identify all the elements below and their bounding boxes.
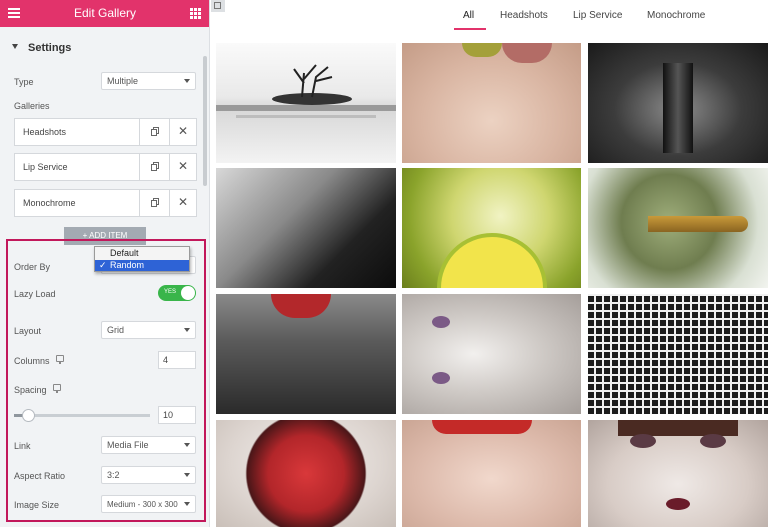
link-label: Link: [14, 441, 31, 451]
order-option-default[interactable]: Default: [95, 248, 189, 259]
duplicate-icon: [151, 127, 159, 136]
checkmark-icon: ✓: [99, 260, 107, 270]
desktop-icon[interactable]: [56, 355, 64, 364]
lips-shape: [462, 43, 502, 57]
gallery-item-name: Monochrome: [23, 198, 76, 208]
duplicate-icon: [151, 162, 159, 171]
collapse-panel-icon: [214, 2, 221, 9]
gallery-item-name: Lip Service: [23, 162, 68, 172]
eye-shape: [630, 434, 656, 448]
chevron-down-icon: [184, 473, 190, 477]
filter-monochrome[interactable]: Monochrome: [647, 10, 705, 21]
gallery-image[interactable]: [588, 168, 768, 288]
gallery-image[interactable]: [402, 168, 581, 288]
gallery-image[interactable]: [216, 420, 396, 527]
chevron-down-icon: [184, 79, 190, 83]
layout-label: Layout: [14, 326, 42, 336]
layout-value: Grid: [107, 325, 125, 335]
lazy-load-toggle[interactable]: YES: [158, 285, 196, 301]
duplicate-button[interactable]: [139, 154, 169, 180]
gallery-image[interactable]: [402, 43, 581, 163]
lazy-load-label: Lazy Load: [14, 289, 56, 299]
toggle-state: YES: [164, 289, 177, 295]
gallery-image[interactable]: [588, 294, 768, 414]
settings-section-toggle[interactable]: Settings: [0, 32, 203, 62]
close-icon: ✕: [178, 159, 189, 173]
order-option-random[interactable]: ✓ Random: [95, 260, 189, 271]
filter-lip-service[interactable]: Lip Service: [573, 10, 622, 21]
eye-shape: [432, 372, 450, 384]
gallery-image[interactable]: [216, 294, 396, 414]
chevron-down-icon: [184, 502, 190, 506]
eye-shape: [700, 434, 726, 448]
eye-shape: [432, 316, 450, 328]
tree-silhouette: [216, 64, 396, 118]
duplicate-icon: [151, 198, 159, 207]
panel-header: Edit Gallery: [0, 0, 209, 27]
columns-input[interactable]: 4: [158, 351, 196, 369]
duplicate-button[interactable]: [139, 119, 169, 145]
chevron-down-icon: [184, 328, 190, 332]
remove-button[interactable]: ✕: [169, 190, 197, 216]
aspect-ratio-select[interactable]: 3:2: [101, 466, 196, 484]
type-select[interactable]: Multiple: [101, 72, 196, 90]
lips-shape: [271, 294, 331, 318]
gallery-image[interactable]: [402, 420, 581, 527]
close-icon: ✕: [178, 124, 189, 138]
hair-shape: [663, 63, 693, 153]
order-by-label: Order By: [14, 262, 51, 272]
remove-button[interactable]: ✕: [169, 154, 197, 180]
order-option-label: Random: [110, 260, 145, 270]
order-by-dropdown: Default ✓ Random: [94, 246, 190, 272]
layout-select[interactable]: Grid: [101, 321, 196, 339]
gallery-image[interactable]: [588, 420, 768, 527]
gallery-image[interactable]: [588, 43, 768, 163]
editor-panel: Edit Gallery Settings Type Multiple Gall…: [0, 0, 210, 527]
lips-shape: [432, 420, 532, 434]
lime-shape: [437, 233, 547, 288]
mouth-shape: [241, 420, 371, 527]
toggle-knob: [181, 286, 195, 300]
columns-label: Columns: [14, 356, 50, 366]
image-size-value: Medium - 300 x 300: [107, 500, 178, 509]
settings-section-label: Settings: [28, 42, 72, 54]
caret-down-icon: [12, 44, 18, 49]
filter-all[interactable]: All: [463, 10, 474, 21]
spacing-label: Spacing: [14, 385, 47, 395]
bullet-shape: [648, 216, 748, 232]
link-select[interactable]: Media File: [101, 436, 196, 454]
chevron-down-icon: [184, 443, 190, 447]
gallery-item[interactable]: Lip Service ✕: [14, 153, 197, 181]
grid-icon[interactable]: [190, 8, 201, 19]
lips-shape: [502, 43, 552, 63]
gallery-image[interactable]: [216, 168, 396, 288]
spacing-slider[interactable]: [14, 409, 150, 422]
galleries-label: Galleries: [14, 101, 50, 111]
desktop-icon[interactable]: [53, 384, 61, 393]
spacing-input[interactable]: 10: [158, 406, 196, 424]
lips-shape: [666, 498, 690, 510]
panel-scrollbar[interactable]: [203, 56, 207, 186]
gallery-item[interactable]: Monochrome ✕: [14, 189, 197, 217]
hair-shape: [618, 420, 738, 436]
type-label: Type: [14, 77, 34, 87]
collapse-panel-button[interactable]: [211, 0, 225, 12]
panel-title: Edit Gallery: [73, 6, 137, 20]
close-icon: ✕: [178, 195, 189, 209]
image-size-label: Image Size: [14, 500, 60, 510]
aspect-ratio-label: Aspect Ratio: [14, 471, 66, 481]
remove-button[interactable]: ✕: [169, 119, 197, 145]
filter-headshots[interactable]: Headshots: [500, 10, 548, 21]
duplicate-button[interactable]: [139, 190, 169, 216]
type-value: Multiple: [107, 76, 139, 86]
gallery-item-name: Headshots: [23, 127, 67, 137]
gallery-image[interactable]: [216, 43, 396, 163]
spacing-slider-handle[interactable]: [21, 409, 35, 422]
aspect-ratio-value: 3:2: [107, 470, 120, 480]
image-size-select[interactable]: Medium - 300 x 300: [101, 495, 196, 513]
active-filter-indicator: [454, 28, 486, 30]
gallery-image[interactable]: [402, 294, 581, 414]
gallery-item[interactable]: Headshots ✕: [14, 118, 197, 146]
link-value: Media File: [107, 440, 149, 450]
